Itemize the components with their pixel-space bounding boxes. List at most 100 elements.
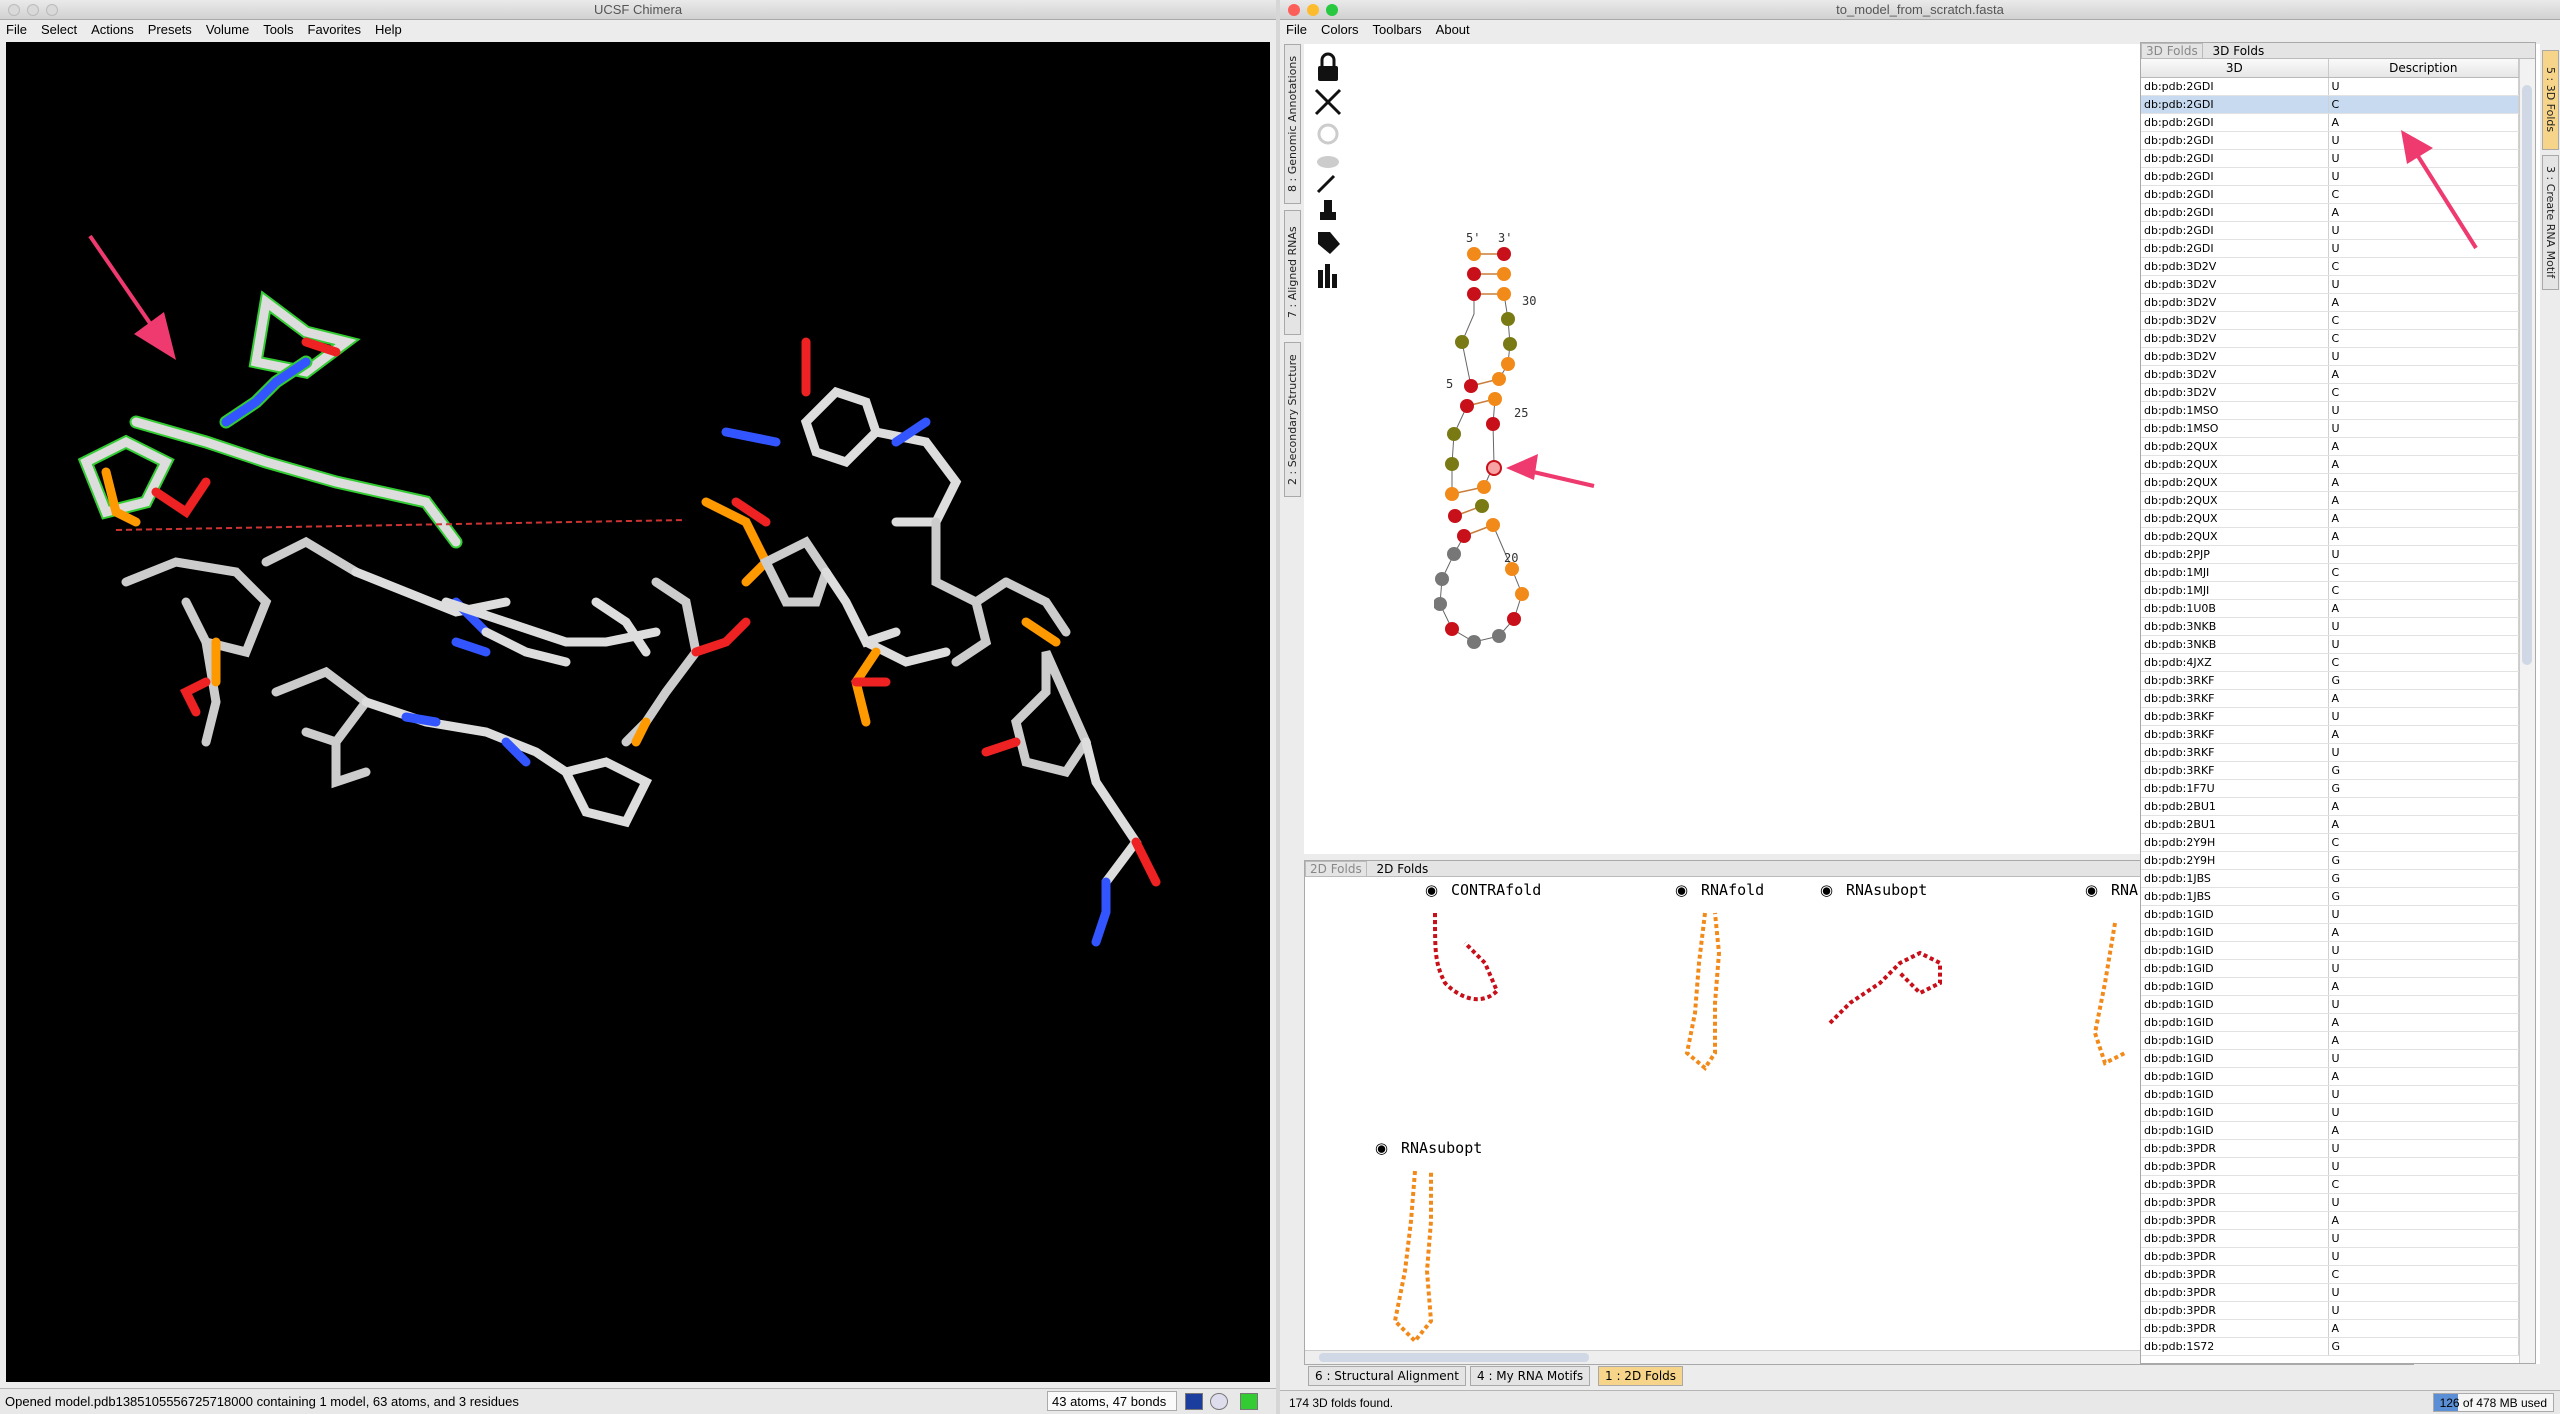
fold-item-rnasubopt-1[interactable]: ◉ RNAsubopt [1820, 881, 1980, 1041]
menu-toolbars[interactable]: Toolbars [1373, 20, 1422, 40]
bar-chart-icon[interactable] [1318, 264, 1337, 288]
table-row[interactable]: db:pdb:3RKF U [2141, 743, 2519, 762]
table-row[interactable]: db:pdb:1GID U [2141, 995, 2519, 1014]
tab-aligned-rnas[interactable]: 7 : Aligned RNAs [1284, 210, 1301, 335]
table-vertical-scrollbar[interactable] [2519, 59, 2535, 1363]
table-row[interactable]: db:pdb:3D2V A [2141, 293, 2519, 312]
memory-usage[interactable]: 126 of 478 MB used [2432, 1393, 2554, 1412]
fold-item-rna-partial[interactable]: ◉ RNA [2085, 881, 2145, 1081]
table-row[interactable]: db:pdb:2QUX A [2141, 473, 2519, 492]
close-window-button[interactable] [1288, 4, 1300, 16]
minimize-window-button[interactable] [1307, 4, 1319, 16]
tab-my-rna-motifs[interactable]: 4 : My RNA Motifs [1470, 1366, 1591, 1386]
table-row[interactable]: db:pdb:3D2V C [2141, 311, 2519, 330]
table-row[interactable]: db:pdb:1GID U [2141, 905, 2519, 924]
table-row[interactable]: db:pdb:1U0B A [2141, 599, 2519, 618]
table-row[interactable]: db:pdb:2BU1 A [2141, 797, 2519, 816]
molecule-viewer[interactable] [6, 42, 1270, 1382]
table-row[interactable]: db:pdb:2QUX A [2141, 491, 2519, 510]
table-row[interactable]: db:pdb:1GID U [2141, 1049, 2519, 1068]
table-row[interactable]: db:pdb:3RKF U [2141, 707, 2519, 726]
column-3d[interactable]: 3D [2141, 59, 2329, 78]
zoom-window-button[interactable] [46, 4, 58, 16]
table-row[interactable]: db:pdb:1GID A [2141, 923, 2519, 942]
table-row[interactable]: db:pdb:1MSO U [2141, 419, 2519, 438]
table-row[interactable]: db:pdb:3PDR U [2141, 1193, 2519, 1212]
green-status-icon[interactable] [1240, 1393, 1258, 1410]
table-row[interactable]: db:pdb:1GID A [2141, 977, 2519, 996]
table-row[interactable]: db:pdb:2QUX A [2141, 527, 2519, 546]
scroll-thumb[interactable] [2522, 85, 2532, 665]
tag-icon[interactable] [1318, 232, 1340, 254]
table-row[interactable]: db:pdb:3RKF G [2141, 761, 2519, 780]
table-row[interactable]: db:pdb:1GID U [2141, 1103, 2519, 1122]
table-row[interactable]: db:pdb:3D2V A [2141, 365, 2519, 384]
wand-icon[interactable] [1316, 174, 1336, 194]
3d-folds-tab-label[interactable]: 3D Folds [2207, 44, 2265, 58]
table-row[interactable]: db:pdb:3PDR U [2141, 1301, 2519, 1320]
brush-icon[interactable] [1320, 200, 1336, 220]
tab-structural-alignment[interactable]: 6 : Structural Alignment [1308, 1366, 1466, 1386]
eye-icon[interactable]: ◉ [1425, 881, 1438, 899]
table-row[interactable]: db:pdb:1MJI C [2141, 563, 2519, 582]
table-row[interactable]: db:pdb:3PDR A [2141, 1319, 2519, 1338]
table-row[interactable]: db:pdb:2Y9H C [2141, 833, 2519, 852]
menu-actions[interactable]: Actions [91, 20, 134, 40]
table-row[interactable]: db:pdb:2QUX A [2141, 509, 2519, 528]
table-row[interactable]: db:pdb:3PDR C [2141, 1265, 2519, 1284]
table-row[interactable]: db:pdb:2GDI C [2141, 95, 2519, 114]
eye-icon[interactable]: ◉ [2085, 881, 2098, 899]
tab-create-rna-motif[interactable]: 3 : Create RNA Motif [2542, 155, 2559, 290]
table-row[interactable]: db:pdb:3PDR U [2141, 1283, 2519, 1302]
table-row[interactable]: db:pdb:3PDR A [2141, 1211, 2519, 1230]
close-window-button[interactable] [8, 4, 20, 16]
table-row[interactable]: db:pdb:1GID A [2141, 1121, 2519, 1140]
table-row[interactable]: db:pdb:3PDR U [2141, 1157, 2519, 1176]
menu-tools[interactable]: Tools [263, 20, 293, 40]
eye-icon[interactable]: ◉ [1820, 881, 1833, 899]
menu-presets[interactable]: Presets [148, 20, 192, 40]
info-icon[interactable] [1210, 1393, 1228, 1410]
table-row[interactable]: db:pdb:1GID U [2141, 1085, 2519, 1104]
table-row[interactable]: db:pdb:3PDR C [2141, 1175, 2519, 1194]
table-row[interactable]: db:pdb:1JBS G [2141, 869, 2519, 888]
table-row[interactable]: db:pdb:3RKF G [2141, 671, 2519, 690]
tab-genomic-annotations[interactable]: 8 : Genomic Annotations [1284, 44, 1301, 204]
menu-help[interactable]: Help [375, 20, 402, 40]
zoom-window-button[interactable] [1326, 4, 1338, 16]
table-row[interactable]: db:pdb:1S72 G [2141, 1337, 2519, 1356]
eye-icon[interactable]: ◉ [1375, 1139, 1388, 1157]
refresh-icon[interactable] [1317, 123, 1339, 145]
eye-icon[interactable]: ◉ [1675, 881, 1688, 899]
menu-file[interactable]: File [6, 20, 27, 40]
menu-volume[interactable]: Volume [206, 20, 249, 40]
table-row[interactable]: db:pdb:3PDR U [2141, 1139, 2519, 1158]
menu-colors[interactable]: Colors [1321, 20, 1359, 40]
lock-icon[interactable] [1318, 52, 1338, 81]
table-row[interactable]: db:pdb:3D2V C [2141, 329, 2519, 348]
table-row[interactable]: db:pdb:3RKF A [2141, 725, 2519, 744]
fold-item-rnasubopt-2[interactable]: ◉ RNAsubopt [1375, 1139, 1535, 1349]
table-row[interactable]: db:pdb:3D2V U [2141, 347, 2519, 366]
table-row[interactable]: db:pdb:1GID A [2141, 1031, 2519, 1050]
column-description[interactable]: Description [2328, 59, 2519, 78]
table-row[interactable]: db:pdb:2QUX A [2141, 455, 2519, 474]
table-row[interactable]: db:pdb:1GID A [2141, 1013, 2519, 1032]
table-row[interactable]: db:pdb:2Y9H G [2141, 851, 2519, 870]
selected-nucleotide[interactable] [1486, 460, 1502, 476]
table-row[interactable]: db:pdb:4JXZ C [2141, 653, 2519, 672]
folds-tab-label[interactable]: 2D Folds [1371, 862, 1429, 876]
table-row[interactable]: db:pdb:2QUX A [2141, 437, 2519, 456]
eye-icon[interactable] [1317, 156, 1339, 168]
table-row[interactable]: db:pdb:1MSO U [2141, 401, 2519, 420]
fold-item-rnafold[interactable]: ◉ RNAfold [1675, 881, 1805, 1081]
table-row[interactable]: db:pdb:3NKB U [2141, 617, 2519, 636]
table-row[interactable]: db:pdb:1GID A [2141, 1067, 2519, 1086]
table-row[interactable]: db:pdb:3PDR U [2141, 1229, 2519, 1248]
menu-file[interactable]: File [1286, 20, 1307, 40]
table-row[interactable]: db:pdb:2GDI U [2141, 77, 2519, 96]
rna-secondary-structure[interactable]: 5' 3' 30 5 25 10 20 [1434, 174, 1954, 734]
select-mode-icon[interactable] [1185, 1393, 1203, 1410]
table-row[interactable]: db:pdb:1GID U [2141, 941, 2519, 960]
table-row[interactable]: db:pdb:1GID U [2141, 959, 2519, 978]
